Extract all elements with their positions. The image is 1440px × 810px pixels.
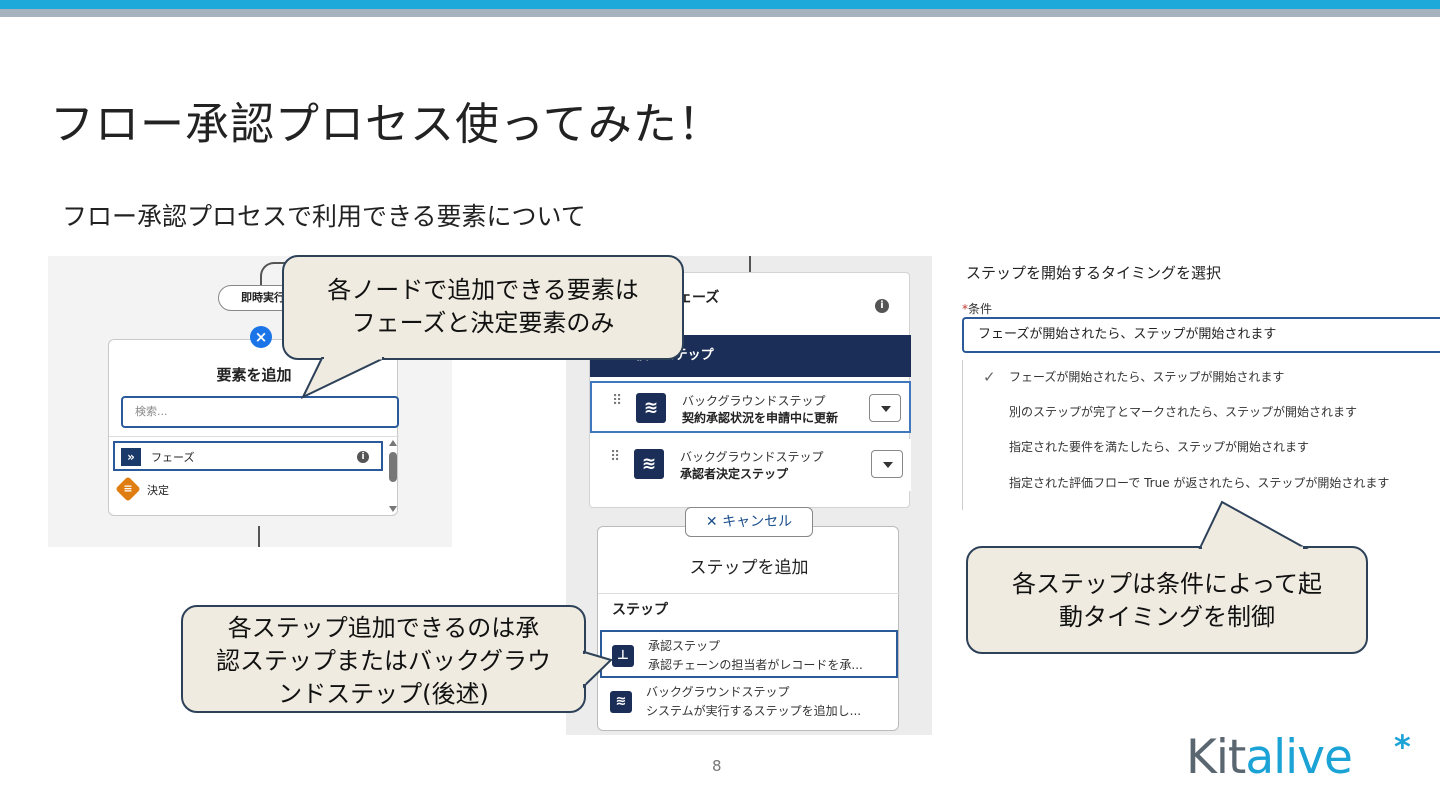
callout-pointer: [300, 356, 1309, 689]
